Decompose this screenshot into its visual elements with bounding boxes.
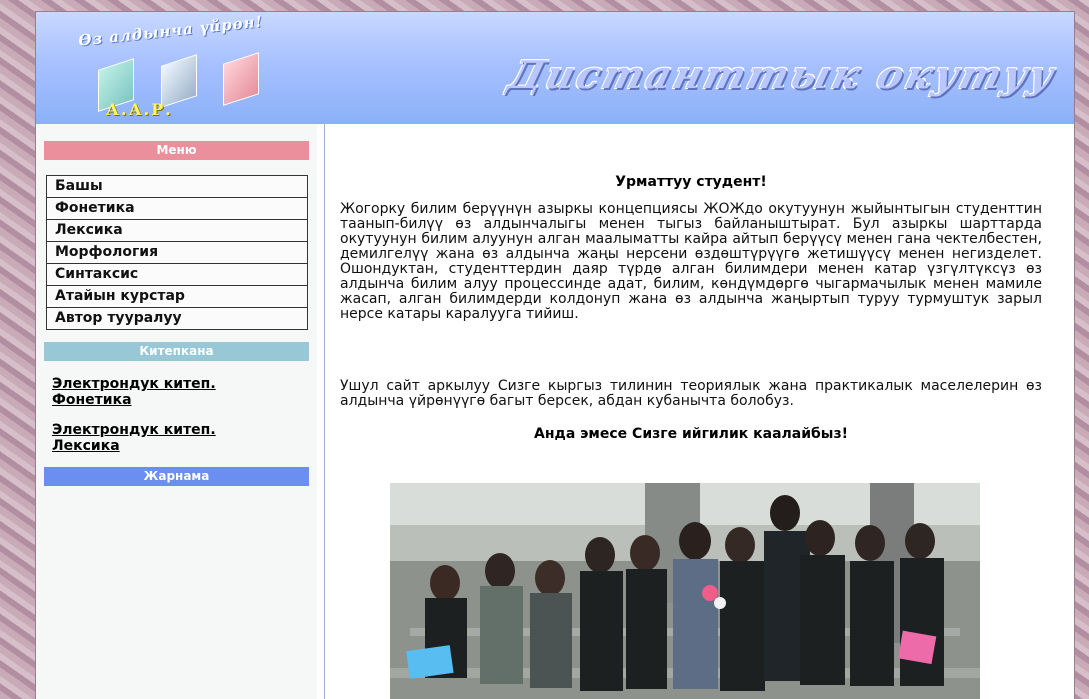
- column-divider: [324, 124, 325, 699]
- menu-item-about-author[interactable]: Автор тууралуу: [46, 308, 308, 330]
- wish-heading: Анда эмесе Сизге ийгилик каалайбыз!: [534, 426, 848, 442]
- greeting-heading: Урматтуу студент!: [615, 174, 767, 190]
- group-photo-image: [390, 483, 980, 699]
- book-icon: [223, 52, 259, 106]
- site-header: Өз алдынча үйрөн! А.А.Р. Дистанттык окут…: [36, 12, 1074, 124]
- sidebar-spacer: [317, 124, 324, 699]
- menu-item-syntax[interactable]: Синтаксис: [46, 264, 308, 286]
- library-header: Китепкана: [44, 342, 309, 361]
- ads-header: Жарнама: [44, 467, 309, 486]
- menu-header: Меню: [44, 141, 309, 160]
- ebook-phonetics-link[interactable]: Электрондук китеп. Фонетика: [52, 376, 282, 408]
- page-container: Өз алдынча үйрөн! А.А.Р. Дистанттык окут…: [36, 12, 1074, 699]
- menu-item-special-courses[interactable]: Атайын курстар: [46, 286, 308, 308]
- menu-item-home[interactable]: Башы: [46, 176, 308, 198]
- menu-item-lexicon[interactable]: Лексика: [46, 220, 308, 242]
- site-initials: А.А.Р.: [106, 100, 173, 119]
- library-links: Электрондук китеп. Фонетика Электрондук …: [52, 376, 282, 468]
- menu-item-phonetics[interactable]: Фонетика: [46, 198, 308, 220]
- main-content: Урматтуу студент! Жогорку билим берүүнүн…: [334, 124, 1048, 699]
- purpose-paragraph: Ушул сайт аркылуу Сизге кыргыз тилинин т…: [340, 378, 1042, 409]
- menu-item-morphology[interactable]: Морфология: [46, 242, 308, 264]
- sidebar: Меню Башы Фонетика Лексика Морфология Си…: [36, 124, 317, 699]
- main-menu: Башы Фонетика Лексика Морфология Синтакс…: [46, 175, 308, 330]
- site-slogan: Өз алдынча үйрөн!: [77, 12, 264, 50]
- page-title: Дистанттык окутуу: [504, 52, 1063, 97]
- group-photo: [390, 483, 980, 699]
- ebook-lexicon-link[interactable]: Электрондук китеп. Лексика: [52, 422, 282, 454]
- intro-paragraph: Жогорку билим берүүнүн азыркы концепцияс…: [340, 201, 1042, 322]
